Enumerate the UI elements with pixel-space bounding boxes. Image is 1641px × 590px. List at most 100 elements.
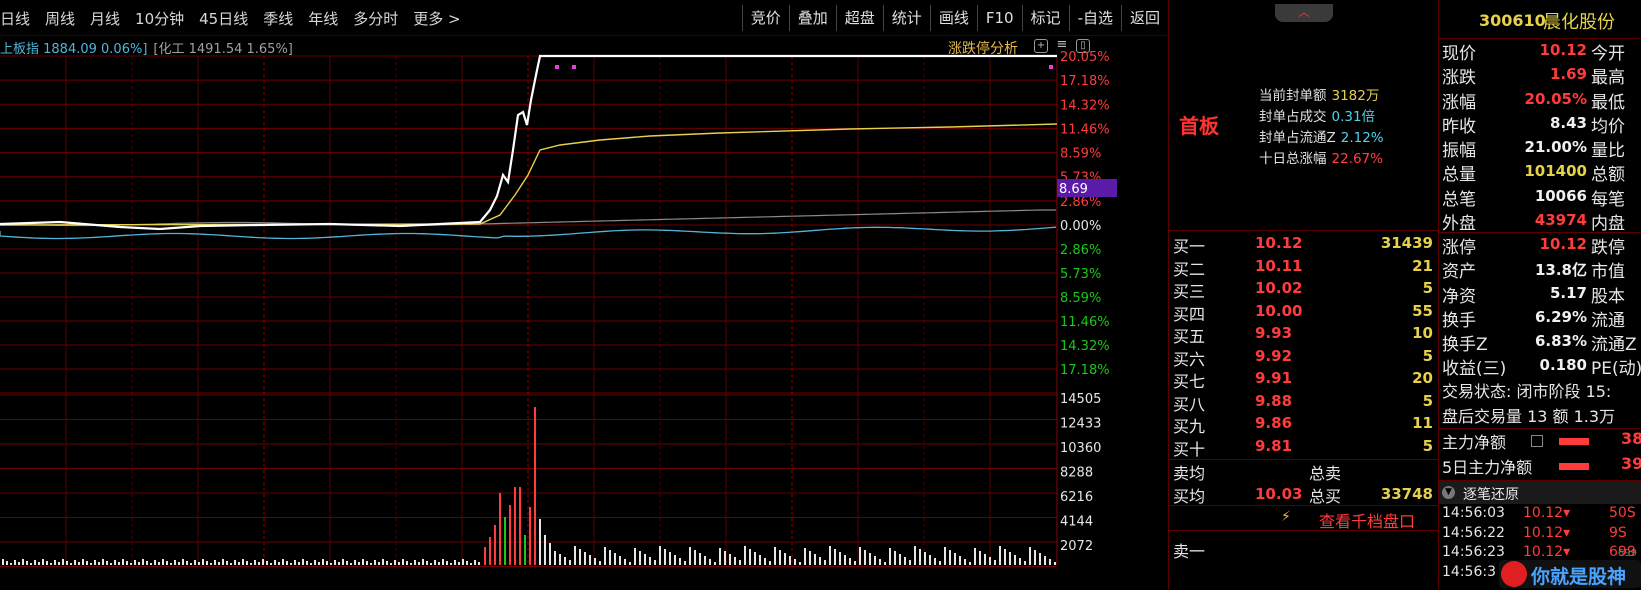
bid-price: 9.88: [1255, 391, 1293, 410]
volume-bar: [759, 555, 761, 565]
volume-bar: [274, 560, 276, 565]
volume-bar: [679, 558, 681, 565]
volume-bar: [214, 560, 216, 565]
volume-bar: [639, 551, 641, 565]
volume-bar: [430, 563, 432, 565]
volume-tick-label: 12433: [1060, 417, 1101, 432]
volume-bar: [58, 562, 60, 565]
seal-row: 封单占成交 0.31倍: [1259, 105, 1384, 126]
quote-row: 涨跌 1.69 最高: [1439, 63, 1641, 88]
volume-bar: [514, 487, 516, 565]
chevron-down-icon[interactable]: ▼: [1442, 486, 1455, 499]
buy-total-label: 总买: [1309, 487, 1342, 506]
volume-bar: [489, 537, 491, 565]
quote-row: 换手 6.29% 流通: [1439, 306, 1641, 331]
volume-bar: [338, 562, 340, 565]
axis-tick-label: 14.32%: [1060, 98, 1110, 113]
bid-levels: 买一 10.12 31439 买二 10.11 21 买三 10.02 5 买四 10.00 55 买五…: [1169, 232, 1439, 459]
volume-bar: [939, 561, 941, 565]
volume-bar: [242, 559, 244, 565]
avg-totals: 卖均 总卖 买均 10.03 总买 33748: [1169, 459, 1439, 506]
buy-avg-value: 10.03: [1255, 485, 1303, 503]
volume-bar: [539, 519, 541, 565]
sell-total-label: 总卖: [1309, 464, 1342, 483]
axis-tick-label: 5.73%: [1060, 267, 1101, 282]
volume-bar: [814, 554, 816, 565]
volume-bar: [579, 549, 581, 565]
quote-label: 现价: [1442, 44, 1476, 64]
volume-bar: [434, 560, 436, 565]
volume-bar: [330, 563, 332, 565]
bid-level-row[interactable]: 买九 9.86 11: [1169, 412, 1439, 436]
volume-bar: [386, 561, 388, 565]
bid-volume: 55: [1412, 301, 1433, 320]
quote-value: 43974: [1534, 211, 1587, 230]
volume-bar: [250, 563, 252, 565]
intraday-chart[interactable]: 20.05% 17.18% 14.32% 11.46% 8.59% 5.73% 2.86% 0…: [0, 0, 1168, 590]
seal-label: 封单占成交: [1259, 109, 1327, 125]
volume-bar: [478, 562, 480, 565]
bid-level-row[interactable]: 买七 9.91 20: [1169, 367, 1439, 391]
bid-volume: 21: [1412, 256, 1433, 275]
volume-bar: [644, 554, 646, 565]
volume-bar: [729, 554, 731, 565]
seal-info: 当前封单额 3182万 封单占成交 0.31倍 封单占流通Z 2.12% 十日总涨幅 22.6…: [1259, 84, 1384, 168]
volume-bar: [674, 555, 676, 565]
list-icon[interactable]: [1531, 435, 1543, 447]
bid-level-row[interactable]: 买八 9.88 5: [1169, 390, 1439, 414]
volume-bar: [634, 548, 636, 565]
volume-bar: [739, 560, 741, 565]
volume-bar: [50, 563, 52, 565]
volume-bar: [1029, 547, 1031, 565]
bid-level-row[interactable]: 买三 10.02 5: [1169, 277, 1439, 301]
volume-bar: [994, 560, 996, 565]
quote-row: 振幅 21.00% 量比: [1439, 136, 1641, 161]
quote-row: 总量 101400 总额: [1439, 160, 1641, 185]
stock-header: 300610 晨化股份: [1439, 8, 1641, 34]
volume-bar: [849, 558, 851, 565]
volume-bar: [158, 562, 160, 565]
volume-bar: [294, 560, 296, 565]
volume-bar: [779, 550, 781, 565]
bid-level-row[interactable]: 买四 10.00 55: [1169, 300, 1439, 324]
bid-level-row[interactable]: 买一 10.12 31439: [1169, 232, 1439, 256]
collapse-up-icon[interactable]: ︿: [1275, 4, 1333, 22]
volume-bar: [226, 561, 228, 565]
volume-bar: [604, 547, 606, 565]
volume-bar: [106, 561, 108, 565]
volume-bar: [989, 557, 991, 565]
seal-value: 2.12%: [1340, 130, 1384, 146]
volume-bar: [174, 560, 176, 565]
flow-row: 主力净额 38: [1439, 429, 1641, 454]
volume-bar: [624, 559, 626, 565]
bid-level-row[interactable]: 买二 10.11 21: [1169, 255, 1439, 279]
volume-bar: [10, 563, 12, 565]
bid-volume: 10: [1412, 324, 1433, 342]
volume-bar: [230, 563, 232, 565]
volume-bar: [102, 559, 104, 565]
bid-price: 9.81: [1255, 436, 1293, 455]
ticks-header[interactable]: ▼ 逐笔还原: [1439, 480, 1641, 504]
volume-bar: [406, 561, 408, 565]
depth-link-label[interactable]: 查看千档盘口: [1319, 508, 1415, 532]
bid-level-row[interactable]: 买六 9.92 5: [1169, 345, 1439, 369]
bid-level-row[interactable]: 买五 9.93 10: [1169, 322, 1439, 346]
volume-bar: [549, 543, 551, 565]
volume-bar: [418, 562, 420, 565]
volume-bar: [694, 550, 696, 565]
volume-bar: [290, 563, 292, 565]
volume-bar: [170, 563, 172, 565]
volume-bar: [66, 561, 68, 565]
volume-bar: [74, 560, 76, 565]
stock-name[interactable]: 晨化股份: [1543, 8, 1615, 34]
tick-price: 10.12▾: [1523, 524, 1571, 541]
volume-bar: [282, 559, 284, 565]
bid-level-row[interactable]: 买十 9.81 5: [1169, 435, 1439, 459]
volume-bar: [82, 559, 84, 565]
volume-bar: [544, 535, 546, 565]
volume-bar: [194, 560, 196, 565]
volume-bar: [190, 563, 192, 565]
quote-label-right: 流通Z: [1591, 335, 1637, 356]
volume-bar: [714, 562, 716, 565]
depth-link[interactable]: ⚡ 查看千档盘口: [1169, 505, 1439, 531]
